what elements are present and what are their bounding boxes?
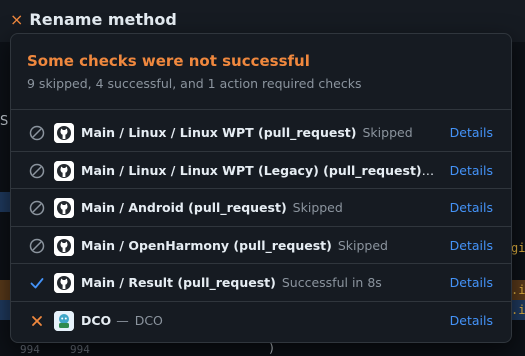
check-status-text: Skipped (362, 125, 413, 140)
check-status-text: Skipped (337, 237, 388, 253)
checks-title: Some checks were not successful (27, 52, 310, 70)
code-text: ) (268, 341, 276, 355)
check-row: Main / Result (pull_request) Successful i… (11, 264, 511, 302)
skipped-icon (29, 125, 45, 141)
github-icon (54, 160, 74, 181)
separator: — (116, 312, 129, 328)
diff-added-line (0, 300, 10, 320)
check-name: Main / Android (pull_request) (81, 200, 287, 215)
page-title-text: Rename method (29, 10, 177, 29)
line-number: 994 (20, 343, 40, 356)
check-row: Main / Android (pull_request) Skipped Det… (11, 189, 511, 227)
check-name: Main / Linux / Linux WPT (pull_request) (81, 125, 357, 140)
skipped-icon (29, 200, 45, 216)
dco-icon (54, 310, 74, 331)
background-text: S (0, 114, 9, 129)
check-row: Main / Linux / Linux WPT (pull_request) S… (11, 114, 511, 152)
check-status-text: Skipped (292, 200, 343, 215)
highlight-line (0, 192, 10, 212)
code-snippet: .in (511, 303, 525, 317)
details-link[interactable]: Details (450, 163, 493, 178)
checks-list: Main / Linux / Linux WPT (pull_request) S… (11, 114, 511, 339)
details-link[interactable]: Details (450, 313, 493, 328)
check-name: DCO (81, 312, 112, 328)
github-icon (54, 235, 74, 256)
line-number: 994 (70, 343, 90, 356)
action-required-icon (32, 315, 42, 326)
page-title: × Rename method (10, 10, 177, 29)
details-link[interactable]: Details (450, 200, 493, 215)
details-link[interactable]: Details (450, 238, 493, 253)
check-row: Main / Linux / Linux WPT (Legacy) (pull_… (11, 152, 511, 189)
checks-summary: Some checks were not successful 9 skippe… (11, 34, 511, 110)
check-row: DCO — DCO Details (11, 302, 511, 340)
code-snippet: .in (511, 283, 525, 297)
check-row: Main / OpenHarmony (pull_request) Skipped… (11, 227, 511, 264)
check-name: Main / OpenHarmony (pull_request) (81, 237, 332, 253)
github-icon (54, 198, 74, 218)
check-status-text: Successful in 8s (281, 275, 382, 290)
github-icon (54, 123, 74, 143)
code-snippet: gin (511, 241, 525, 255)
check-status-text: DCO (134, 312, 163, 328)
check-name: Main / Result (pull_request) (81, 275, 276, 290)
check-name: Main / Linux / Linux WPT (Legacy) (pull_… (81, 162, 422, 178)
diff-removed-line (0, 280, 10, 300)
skipped-icon (29, 238, 45, 253)
check-icon (30, 278, 44, 289)
details-link[interactable]: Details (450, 125, 493, 140)
github-icon (54, 273, 74, 293)
checks-popup: Some checks were not successful 9 skippe… (10, 33, 512, 343)
checks-subtitle: 9 skipped, 4 successful, and 1 action re… (27, 76, 362, 91)
details-link[interactable]: Details (450, 275, 493, 290)
close-icon[interactable]: × (10, 10, 23, 29)
skipped-icon (29, 163, 45, 178)
